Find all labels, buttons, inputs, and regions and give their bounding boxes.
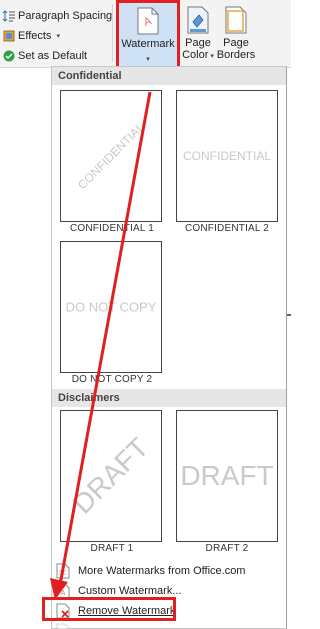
section-header-confidential: Confidential — [52, 67, 286, 85]
section-header-disclaimers: Disclaimers — [52, 389, 286, 407]
chevron-down-icon: ▾ — [208, 53, 214, 60]
document-icon — [56, 623, 70, 629]
watermark-thumb-confidential-2[interactable]: CONFIDENTIAL — [176, 90, 278, 222]
page-borders-label-line1: Page — [223, 37, 249, 49]
paragraph-spacing-label: Paragraph Spacing — [18, 10, 113, 22]
watermark-label: CONFIDENTIAL 2 — [184, 223, 270, 234]
page-borders-button[interactable]: Page Borders — [216, 2, 256, 66]
watermark-thumb-draft-2[interactable]: DRAFT — [176, 410, 278, 542]
watermark-label: CONFIDENTIAL 1 — [69, 223, 155, 234]
watermark-preview-text: CONFIDENTIAL — [74, 119, 148, 193]
partially-hidden-menu-item — [56, 621, 284, 629]
watermark-label: Watermark — [121, 38, 175, 50]
page-color-label: Color ▾ — [182, 49, 214, 63]
page-color-icon — [187, 6, 209, 34]
watermark-thumb-draft-1[interactable]: DRAFT — [60, 410, 162, 542]
watermark-label: DRAFT 1 — [90, 543, 134, 554]
watermark-button[interactable]: A Watermark ▾ — [116, 0, 180, 70]
effects-label: Effects — [18, 30, 52, 42]
chevron-down-icon: ▾ — [56, 33, 60, 40]
watermark-preview-text: DO NOT COPY — [65, 299, 157, 315]
chevron-down-icon: ▾ — [146, 56, 150, 63]
watermark-label: DRAFT 2 — [205, 543, 249, 554]
watermark-preview-text: DRAFT — [180, 460, 274, 491]
page-color-button[interactable]: Page Color ▾ — [181, 2, 215, 66]
paragraph-spacing-button[interactable]: Paragraph Spacing ▾ — [0, 6, 121, 26]
set-as-default-label: Set as Default — [18, 50, 88, 62]
scroll-marker — [287, 314, 291, 316]
paragraph-spacing-icon — [2, 10, 15, 22]
effects-button[interactable]: Effects ▾ — [0, 26, 60, 46]
watermark-preview-text: DRAFT — [66, 431, 155, 520]
svg-text:A: A — [61, 590, 66, 597]
remove-watermark-highlight — [42, 597, 176, 621]
watermark-label: DO NOT COPY 2 — [71, 374, 153, 385]
more-watermarks-label: More Watermarks from Office.com — [78, 565, 246, 577]
effects-icon — [3, 30, 15, 42]
design-ribbon: Paragraph Spacing ▾ Effects ▾ Set as Def… — [0, 0, 291, 70]
checkmark-icon — [3, 50, 15, 62]
watermark-preview-text: CONFIDENTIAL — [182, 149, 272, 163]
page-color-label-line1: Page — [185, 37, 211, 49]
document-icon — [56, 563, 70, 579]
page-borders-label-line2: Borders — [216, 49, 256, 61]
watermark-gallery-panel: Confidential CONFIDENTIAL CONFIDENTIAL 1… — [51, 66, 287, 629]
ribbon-divider — [112, 4, 113, 62]
set-as-default-button[interactable]: Set as Default — [0, 46, 87, 66]
watermark-thumb-confidential-1[interactable]: CONFIDENTIAL — [60, 90, 162, 222]
watermark-thumb-do-not-copy-2[interactable]: DO NOT COPY — [60, 241, 162, 373]
page-borders-icon — [225, 6, 247, 34]
more-watermarks-menu-item[interactable]: More Watermarks from Office.com — [56, 561, 284, 581]
custom-watermark-label: Custom Watermark... — [78, 585, 182, 597]
watermark-icon: A — [137, 7, 159, 35]
page-color-label-line2: Color — [182, 49, 209, 61]
